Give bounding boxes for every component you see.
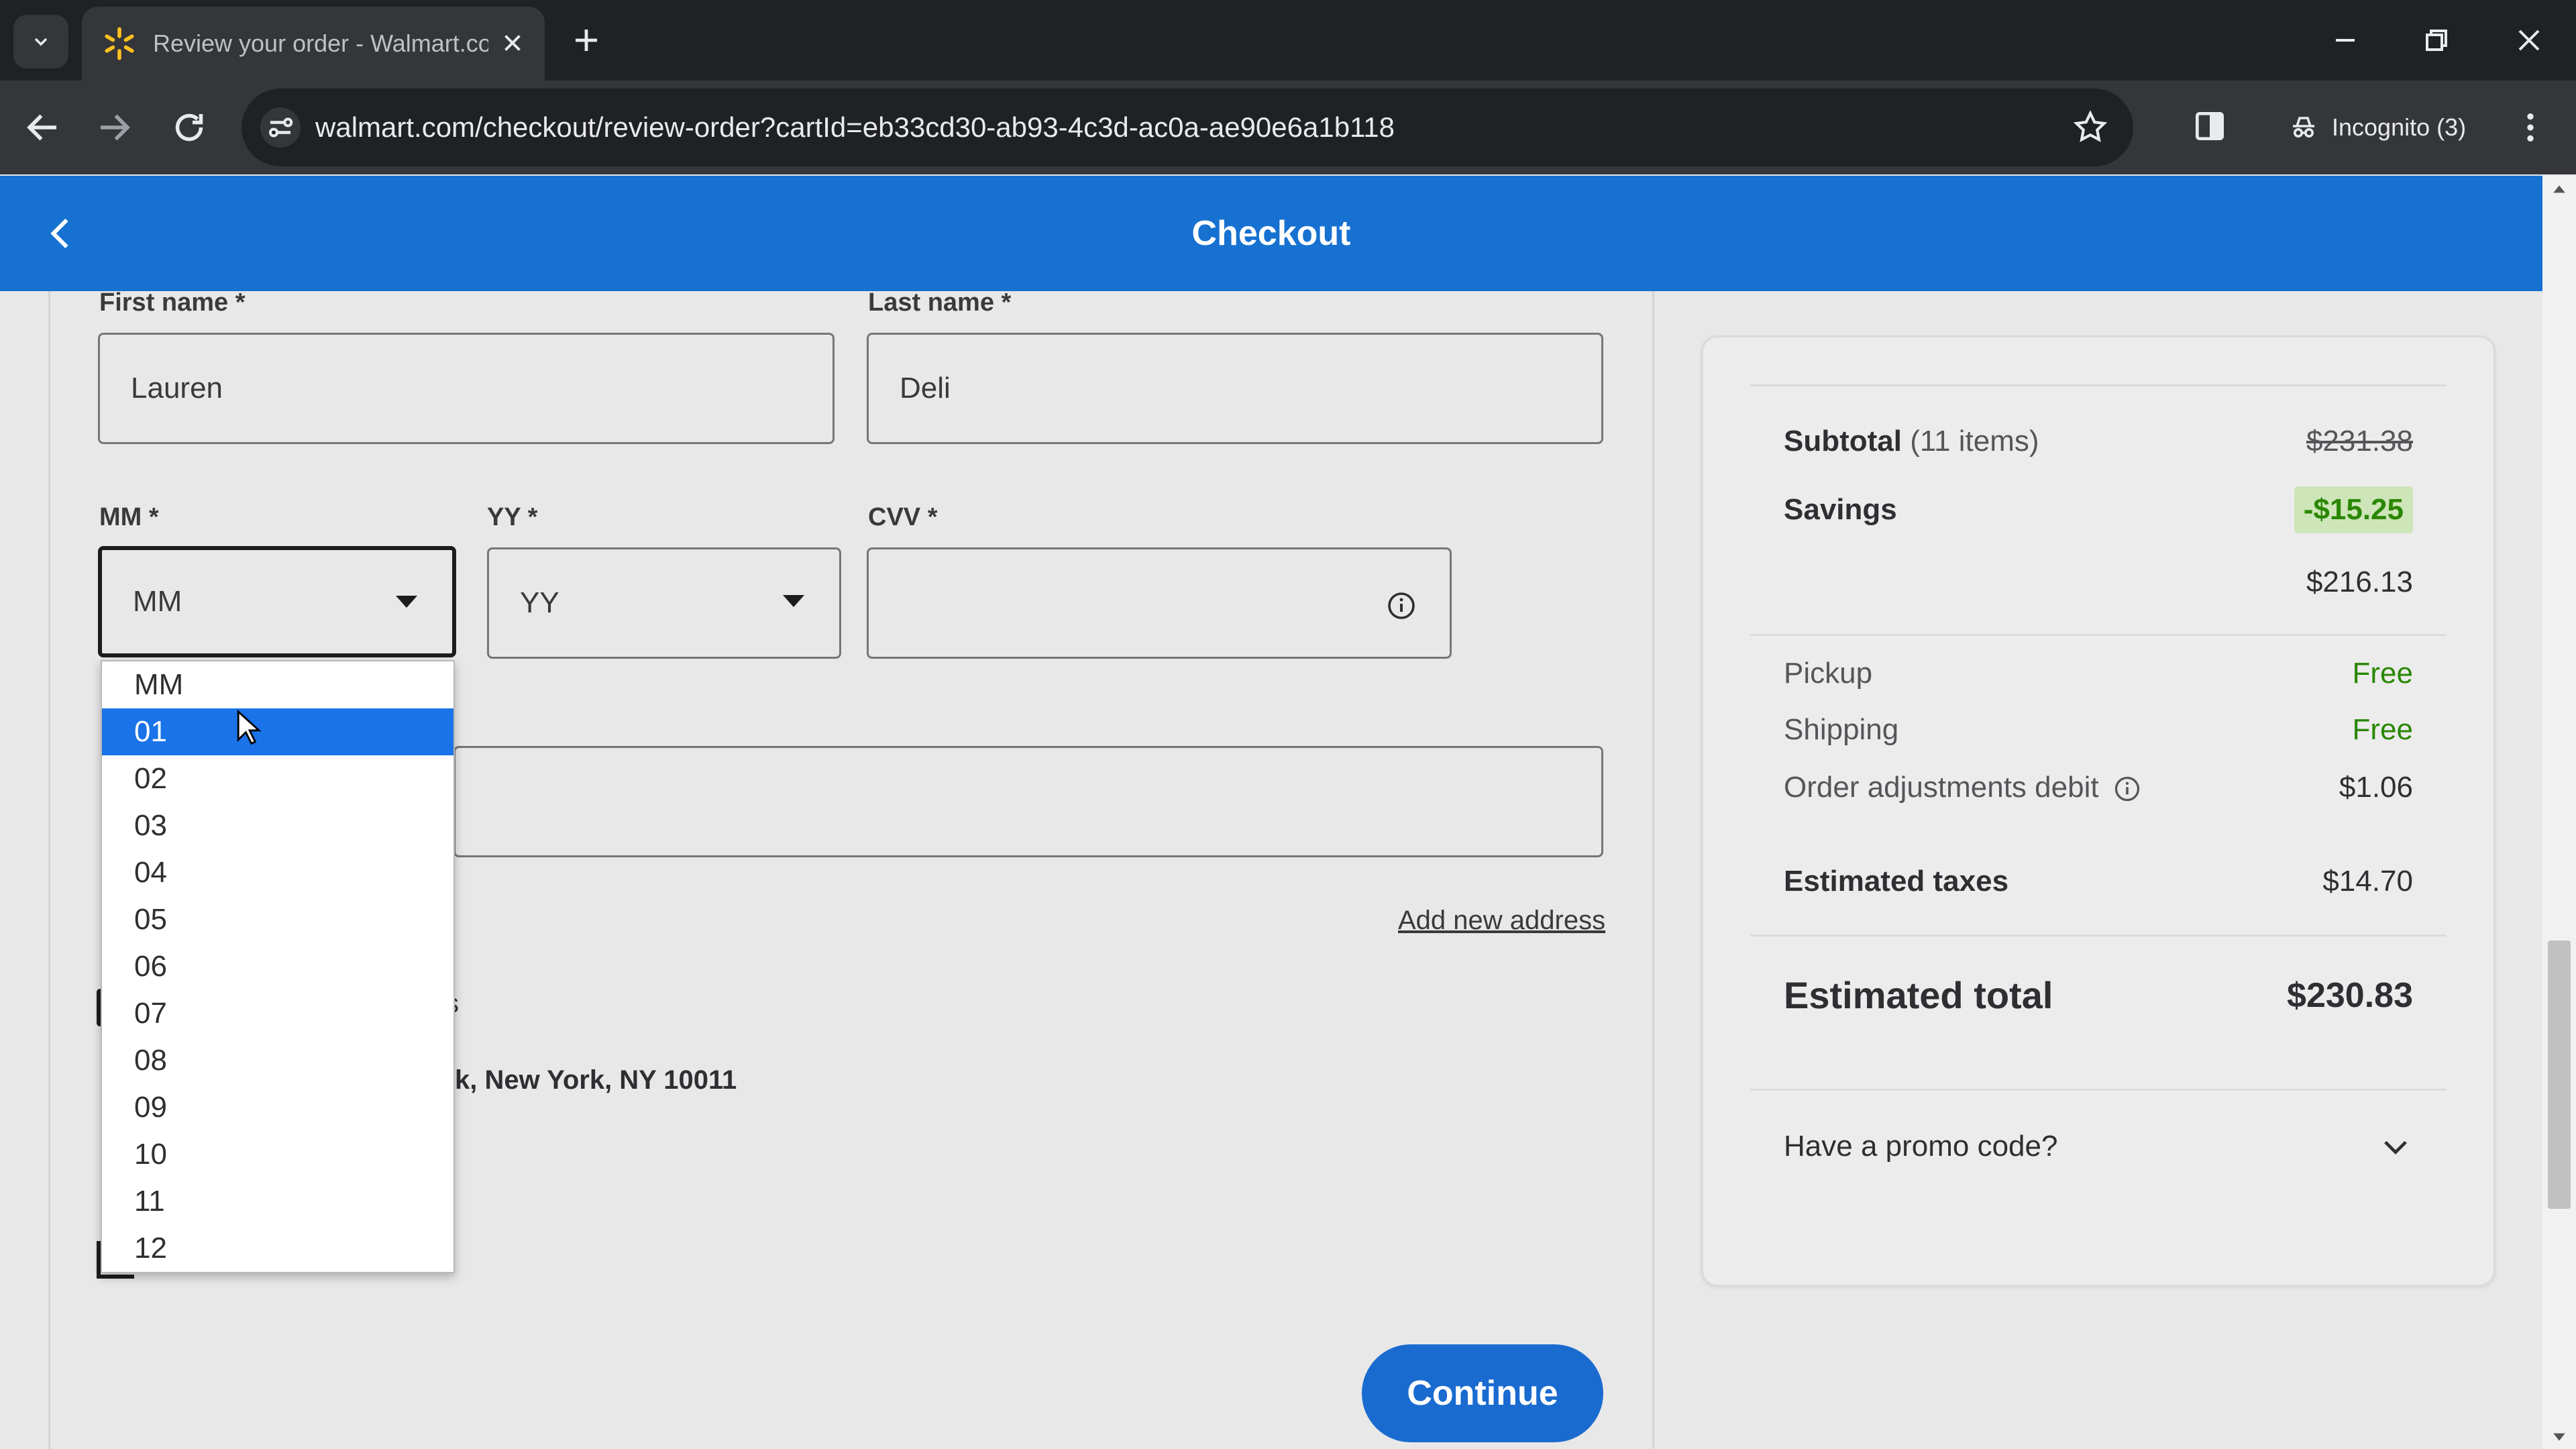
- last-name-label: Last name *: [868, 288, 1012, 317]
- browser-tab-bar: Review your order - Walmart.com: [0, 0, 2576, 80]
- subtotal-value: $231.38: [2306, 425, 2413, 458]
- continue-button[interactable]: Continue: [1362, 1344, 1603, 1442]
- order-summary-card: Subtotal (11 items) $231.38 Savings -$15…: [1701, 335, 2496, 1287]
- month-option[interactable]: 06: [102, 943, 453, 990]
- month-option[interactable]: 04: [102, 849, 453, 896]
- taxes-value: $14.70: [2322, 865, 2413, 898]
- info-icon[interactable]: [1385, 590, 1417, 622]
- divider: [1750, 634, 2447, 636]
- restore-icon[interactable]: [2420, 24, 2453, 56]
- address-fragment-text: k, New York, NY 10011: [455, 1065, 737, 1095]
- month-option[interactable]: 05: [102, 896, 453, 943]
- month-option-highlighted[interactable]: 01: [102, 708, 453, 755]
- month-option[interactable]: 03: [102, 802, 453, 849]
- subtotal-items: (11 items): [1910, 425, 2039, 458]
- shipping-label: Shipping: [1784, 713, 1899, 746]
- minimize-icon[interactable]: [2329, 24, 2361, 56]
- scroll-up-arrow-icon[interactable]: [2552, 182, 2567, 197]
- month-option[interactable]: 08: [102, 1037, 453, 1084]
- month-select-value: MM: [133, 585, 182, 618]
- promo-label: Have a promo code?: [1784, 1130, 2058, 1163]
- back-icon[interactable]: [23, 107, 63, 148]
- savings-label: Savings: [1784, 493, 1897, 526]
- first-name-label: First name *: [99, 288, 246, 317]
- shipping-row: Shipping Free: [1784, 713, 2413, 747]
- pickup-row: Pickup Free: [1784, 657, 2413, 690]
- pickup-value: Free: [2352, 657, 2413, 690]
- taxes-row: Estimated taxes $14.70: [1784, 865, 2413, 898]
- subtotal-label: Subtotal: [1784, 425, 1902, 458]
- year-select-value: YY: [520, 586, 559, 619]
- close-tab-icon[interactable]: [500, 31, 525, 55]
- pickup-label: Pickup: [1784, 657, 1873, 690]
- adjustments-label: Order adjustments debit: [1784, 771, 2099, 804]
- cvv-label: CVV *: [868, 503, 938, 531]
- year-label: YY *: [487, 503, 538, 531]
- reload-icon[interactable]: [169, 107, 209, 148]
- shipping-value: Free: [2352, 713, 2413, 746]
- last-name-input[interactable]: Deli: [867, 333, 1603, 444]
- checkout-header: Checkout: [0, 176, 2542, 291]
- more-menu-icon[interactable]: [2512, 107, 2549, 148]
- first-name-input[interactable]: Lauren: [98, 333, 835, 444]
- incognito-indicator[interactable]: Incognito (3): [2267, 99, 2486, 156]
- total-value: $230.83: [2287, 975, 2413, 1015]
- month-option[interactable]: 09: [102, 1084, 453, 1131]
- tab-search-button[interactable]: [13, 15, 68, 68]
- total-label: Estimated total: [1784, 974, 2053, 1016]
- cvv-input[interactable]: [867, 547, 1452, 659]
- month-option[interactable]: MM: [102, 661, 453, 708]
- expiry-year-select[interactable]: YY: [487, 547, 841, 659]
- month-option[interactable]: 10: [102, 1131, 453, 1178]
- month-option[interactable]: 11: [102, 1178, 453, 1225]
- tab-title: Review your order - Walmart.com: [153, 30, 488, 57]
- address-line-input[interactable]: [453, 746, 1603, 857]
- divider: [1750, 934, 2447, 936]
- chevron-down-icon: [2384, 1140, 2407, 1155]
- savings-row: Savings -$15.25: [1784, 486, 2413, 533]
- add-new-address-link[interactable]: Add new address: [1398, 906, 1605, 936]
- month-option[interactable]: 07: [102, 990, 453, 1037]
- url-text: walmart.com/checkout/review-order?cartId…: [315, 111, 1395, 143]
- divider: [1750, 1089, 2447, 1091]
- month-option[interactable]: 12: [102, 1225, 453, 1272]
- taxes-label: Estimated taxes: [1784, 865, 2009, 898]
- page-scrollbar[interactable]: [2542, 176, 2576, 1449]
- adjustments-value: $1.06: [2339, 771, 2413, 804]
- caret-down-icon: [783, 595, 804, 607]
- chevron-down-icon: [34, 38, 48, 46]
- walmart-spark-icon: [105, 27, 134, 60]
- savings-badge: -$15.25: [2294, 486, 2413, 533]
- last-name-value: Deli: [900, 372, 951, 405]
- month-label: MM *: [99, 503, 159, 531]
- bookmark-star-icon[interactable]: [2072, 109, 2109, 146]
- discounted-subtotal-row: $216.13: [1784, 566, 2413, 599]
- promo-code-toggle[interactable]: Have a promo code?: [1784, 1129, 2413, 1164]
- new-tab-icon[interactable]: [570, 24, 602, 56]
- site-info-icon[interactable]: [260, 107, 301, 148]
- scroll-down-arrow-icon[interactable]: [2552, 1429, 2567, 1444]
- browser-tab[interactable]: Review your order - Walmart.com: [82, 7, 545, 80]
- forward-icon[interactable]: [94, 107, 134, 148]
- page-title: Checkout: [1191, 214, 1351, 253]
- incognito-label: Incognito (3): [2332, 113, 2467, 141]
- discounted-subtotal-value: $216.13: [2306, 566, 2413, 598]
- mouse-cursor-icon: [237, 710, 262, 745]
- caret-down-icon: [396, 596, 417, 608]
- expiry-month-select[interactable]: MM: [98, 546, 456, 657]
- adjustments-row: Order adjustments debit $1.06: [1784, 771, 2413, 804]
- total-row: Estimated total $230.83: [1784, 973, 2413, 1017]
- first-name-value: Lauren: [131, 372, 223, 405]
- subtotal-row: Subtotal (11 items) $231.38: [1784, 425, 2413, 458]
- info-icon[interactable]: [2112, 774, 2142, 804]
- month-dropdown-list: MM 01 02 03 04 05 06 07 08 09 10 11 12: [101, 660, 455, 1273]
- browser-toolbar: walmart.com/checkout/review-order?cartId…: [0, 80, 2576, 174]
- side-panel-icon[interactable]: [2191, 107, 2229, 145]
- scrollbar-thumb[interactable]: [2548, 941, 2571, 1209]
- month-option[interactable]: 02: [102, 755, 453, 802]
- close-window-icon[interactable]: [2513, 24, 2545, 56]
- address-bar[interactable]: walmart.com/checkout/review-order?cartId…: [241, 89, 2133, 166]
- incognito-icon: [2293, 117, 2314, 138]
- divider: [1750, 384, 2447, 386]
